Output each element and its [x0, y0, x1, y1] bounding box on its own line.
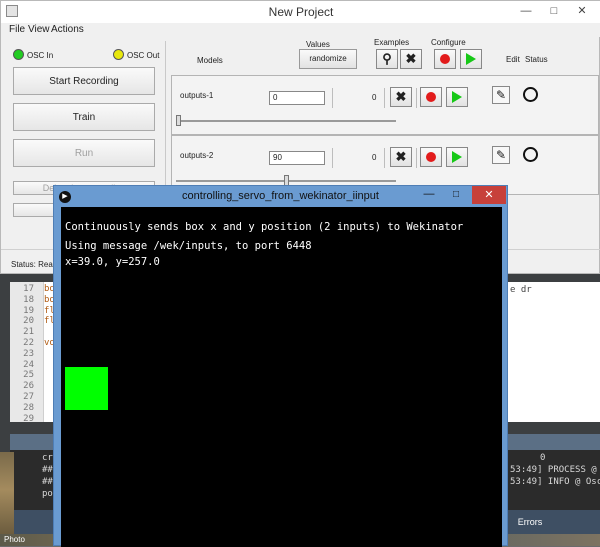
sketch-position-readout: x=39.0, y=257.0: [65, 256, 160, 268]
run-button[interactable]: [446, 147, 468, 167]
output-value-field[interactable]: 90: [269, 151, 325, 165]
run-button[interactable]: Run: [13, 139, 155, 167]
line-number: 23: [23, 348, 34, 359]
close-icon[interactable]: ✕: [569, 1, 595, 21]
draggable-green-box[interactable]: [65, 367, 108, 410]
configure-header: Configure: [431, 38, 466, 47]
status-header: Status: [525, 55, 548, 64]
osc-out-label: OSC Out: [127, 51, 160, 60]
sketch-info-line: Continuously sends box x and y position …: [65, 221, 464, 233]
desktop-photo-left: [0, 452, 14, 546]
value-slider[interactable]: [176, 115, 181, 126]
record-icon: [440, 54, 450, 64]
play-icon: [466, 53, 476, 65]
divider: [416, 88, 417, 108]
sketch-window: ▶ controlling_servo_from_wekinator_iinpu…: [53, 185, 508, 547]
minimize-icon[interactable]: —: [416, 186, 442, 204]
record-button[interactable]: [420, 147, 442, 167]
line-number: 17: [23, 284, 34, 294]
minimize-icon[interactable]: —: [513, 1, 539, 21]
line-number: 22: [23, 338, 34, 348]
randomize-button[interactable]: randomize: [299, 49, 357, 69]
line-number: 26: [23, 381, 34, 392]
divider: [384, 88, 385, 108]
delete-examples-icon[interactable]: ✖: [400, 49, 422, 69]
record-icon: [426, 92, 436, 102]
line-number: 28: [23, 402, 34, 413]
line-number: 19: [23, 305, 34, 316]
status-circle-icon: [523, 147, 538, 162]
divider: [384, 148, 385, 168]
code-fragment-right: e dr: [510, 285, 532, 295]
sketch-titlebar[interactable]: ▶ controlling_servo_from_wekinator_iinpu…: [54, 186, 507, 207]
examples-header: Examples: [374, 38, 410, 47]
example-count: 0: [372, 153, 377, 162]
menu-file[interactable]: File: [9, 24, 25, 35]
status-circle-icon: [523, 87, 538, 102]
line-number: 29: [23, 413, 34, 424]
sketch-info-line: Using message /wek/inputs, to port 6448: [65, 240, 312, 252]
output-value-field[interactable]: 0: [269, 91, 325, 105]
menu-bar: File View Actions: [1, 23, 600, 37]
play-icon: [452, 91, 462, 103]
record-icon: [426, 152, 436, 162]
train-button[interactable]: Train: [13, 103, 155, 131]
desktop-photo-label: Photo: [4, 535, 25, 544]
sketch-canvas[interactable]: Continuously sends box x and y position …: [61, 207, 502, 547]
divider: [332, 88, 333, 108]
start-recording-button[interactable]: Start Recording: [13, 67, 155, 95]
record-all-button[interactable]: [434, 49, 456, 69]
line-number: 20: [23, 316, 34, 327]
values-header: Values: [306, 40, 330, 49]
line-number: 27: [23, 392, 34, 402]
divider: [332, 148, 333, 168]
osc-out-indicator-icon: [113, 49, 124, 60]
models-header: Models: [197, 56, 223, 65]
osc-in-indicator-icon: [13, 49, 24, 60]
close-icon[interactable]: ✕: [472, 186, 506, 204]
console-line: ##: [42, 465, 53, 475]
status-text: Status: Rea: [11, 260, 53, 269]
run-all-button[interactable]: [460, 49, 482, 69]
record-button[interactable]: [420, 87, 442, 107]
line-number: 18: [23, 294, 34, 305]
output-row: outputs-1 0 0 ✖ ✎: [171, 75, 599, 135]
run-button[interactable]: [446, 87, 468, 107]
play-icon: [452, 151, 462, 163]
console-line: 53:49] PROCESS @ U: [510, 465, 600, 475]
wekinator-titlebar[interactable]: New Project — □ ✕: [1, 1, 600, 23]
divider: [416, 148, 417, 168]
delete-examples-icon[interactable]: ✖: [390, 87, 412, 107]
window-title: New Project: [268, 5, 334, 19]
osc-in-label: OSC In: [27, 51, 54, 60]
output-name: outputs-1: [180, 91, 214, 100]
search-examples-icon[interactable]: ⚲: [376, 49, 398, 69]
edit-pencil-icon[interactable]: ✎: [492, 146, 510, 164]
maximize-icon[interactable]: □: [541, 1, 567, 21]
console-line: 53:49] INFO @ OscP: [510, 477, 600, 487]
example-count: 0: [372, 93, 377, 102]
console-line: ##: [42, 477, 53, 487]
console-line: cr: [42, 453, 53, 463]
console-line: po: [42, 489, 53, 499]
maximize-icon[interactable]: □: [442, 186, 470, 204]
menu-actions[interactable]: Actions: [51, 24, 84, 35]
delete-examples-icon[interactable]: ✖: [390, 147, 412, 167]
slider-track: [176, 120, 396, 122]
output-name: outputs-2: [180, 151, 214, 160]
console-line: 0: [540, 453, 546, 463]
line-number: 21: [23, 327, 34, 338]
errors-tab[interactable]: Errors: [510, 513, 550, 531]
line-number: 25: [23, 370, 34, 381]
line-number: 24: [23, 359, 34, 370]
edit-header: Edit: [506, 55, 520, 64]
edit-pencil-icon[interactable]: ✎: [492, 86, 510, 104]
menu-view[interactable]: View: [28, 24, 50, 35]
